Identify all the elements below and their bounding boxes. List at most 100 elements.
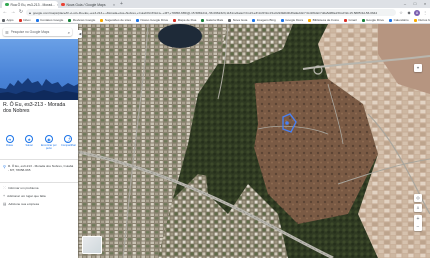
lock-icon: 🔒︎ (29, 10, 31, 15)
bookmark-item[interactable]: Galeria Mais (201, 18, 223, 22)
business-icon: ▤ (3, 202, 7, 206)
row-text: Adicionar um lugar que falta (7, 194, 46, 198)
forward-icon[interactable]: → (10, 8, 16, 17)
directions-icon: ➜ (5, 135, 14, 143)
search-icon[interactable]: ⌕ (68, 30, 70, 35)
my-location-icon[interactable]: ◎ (414, 194, 422, 202)
panel-row[interactable]: + Adicionar um lugar que falta (3, 194, 75, 198)
zoom-out-button[interactable]: − (414, 223, 422, 231)
maps-favicon-icon (61, 2, 65, 7)
bookmark-favicon-icon (413, 18, 417, 22)
place-photo-image (0, 78, 78, 100)
bookmark-item[interactable]: Outros favoritos (413, 18, 430, 22)
address-bar[interactable]: 🔒︎ google.com/maps/place/R.+Luiz+Ro+Eu,+… (26, 9, 396, 16)
search-box: ☰ ⌕ (3, 28, 72, 36)
bookmarks-bar: Apps Inbox Contatos Google Reviews Google Su… (0, 17, 430, 24)
maps-favicon-icon (5, 2, 9, 7)
bookmark-item[interactable]: Nova Guia (228, 18, 247, 22)
satellite-imagery[interactable] (78, 24, 430, 258)
search-input[interactable] (10, 30, 59, 34)
action-label: Salvar (25, 144, 33, 147)
bookmark-item[interactable]: Gmail (343, 18, 357, 22)
panel-row[interactable]: ⁙ Informar um problema (3, 186, 75, 190)
tab-inactive[interactable]: Nova Guia / Google Maps × (58, 1, 118, 8)
compass-icon[interactable]: ⌖ (414, 64, 422, 72)
share-icon: ⤴ (64, 135, 73, 143)
bookmark-favicon-icon (280, 18, 284, 22)
place-panel: ☰ ⌕ R. Ô Eu, es3-213 - Morada dos Nobres… (0, 24, 78, 258)
bookmark-label: Galeria Mais (205, 18, 224, 22)
extension-icon[interactable]: ◆ (406, 10, 412, 16)
menu-icon[interactable]: ☰ (5, 30, 9, 35)
bookmark-favicon-icon (100, 18, 104, 22)
bookmark-label: Outros favoritos (418, 18, 430, 22)
minimize-icon[interactable]: – (400, 0, 410, 8)
window-controls: – □ × (400, 0, 430, 8)
bookmark-item[interactable]: Imagens Bing (252, 18, 276, 22)
address-url[interactable]: google.com/maps/place/R.+Luiz+Ro+Eu,+es3… (33, 11, 377, 15)
bookmark-label: Inbox (23, 18, 31, 22)
bookmark-favicon-icon (68, 18, 72, 22)
bookmark-favicon-icon (252, 18, 256, 22)
action-rotas-button[interactable]: ➜ Rotas (1, 135, 18, 150)
bookmark-favicon-icon (18, 18, 22, 22)
bookmark-label: Reviews Google (72, 18, 96, 22)
map-layers-toggle[interactable] (82, 236, 102, 254)
bookmark-label: Apps (6, 18, 14, 22)
bookmark-item[interactable]: Contatos Google (35, 18, 64, 22)
bookmark-favicon-icon (2, 18, 5, 22)
bookmark-item[interactable]: Google Docs (280, 18, 304, 22)
action-label: Encontrar por perto (40, 144, 57, 150)
bookmark-item[interactable]: Mapa de Rua (173, 18, 196, 22)
report-icon: ⁙ (3, 186, 7, 190)
bookmark-label: Imagens Bing (256, 18, 276, 22)
address-row[interactable]: ⚲ R. Ô Eu, es3-213 - Morada dos Nobres, … (3, 164, 75, 172)
add-place-icon: + (3, 194, 6, 198)
close-window-icon[interactable]: × (420, 0, 430, 8)
new-tab-icon[interactable]: + (120, 1, 123, 7)
bookmark-favicon-icon (343, 18, 347, 22)
back-icon[interactable]: ← (2, 8, 8, 17)
address-text: R. Ô Eu, es3-213 - Morada dos Nobres, Cu… (7, 164, 74, 172)
pin-icon: ⚲ (3, 164, 6, 169)
bookmark-label: Contatos Google (40, 18, 64, 22)
avatar[interactable]: A (414, 9, 420, 16)
bookmark-item[interactable]: Biblioteca de Fotos (308, 18, 339, 22)
place-title: R. Ô Eu, es3-213 - Morada dos Nobres (3, 102, 66, 115)
close-tab-icon[interactable]: × (113, 3, 115, 7)
reload-icon[interactable]: ↻ (18, 8, 24, 17)
row-text: Informar um problema (8, 186, 39, 190)
action-salvar-button[interactable]: ★ Salvar (21, 135, 38, 150)
bookmark-label: Nosso Google Drive (140, 18, 169, 22)
action-encontrar-button[interactable]: ◉ Encontrar por perto (40, 135, 57, 150)
bookmark-item[interactable]: Inbox (18, 18, 31, 22)
tab-title: Rua Ô Eu, es3-213 - Morad... (10, 2, 55, 7)
more-icon[interactable]: ⋮ (422, 10, 428, 16)
zoom-in-button[interactable]: + (414, 215, 422, 223)
pegman-icon[interactable]: ♙ (414, 204, 422, 212)
star-icon[interactable]: ☆ (398, 10, 404, 16)
bookmark-favicon-icon (228, 18, 232, 22)
tab-title: Nova Guia / Google Maps (66, 2, 106, 7)
place-photo[interactable] (0, 39, 78, 100)
panel-row[interactable]: ▤ Adicione sua empresa (3, 202, 75, 206)
location-marker-icon[interactable] (285, 121, 289, 125)
divider (0, 159, 78, 160)
maximize-icon[interactable]: □ (410, 0, 420, 8)
bookmark-label: Google Docs (285, 18, 304, 22)
tab-active[interactable]: Rua Ô Eu, es3-213 - Morad... × (2, 1, 58, 8)
bookmark-label: Google Drive (366, 18, 385, 22)
bookmark-item[interactable]: Reviews Google (68, 18, 95, 22)
bookmark-item[interactable]: Apps (2, 18, 14, 22)
bookmark-item[interactable]: Sugestões de sites (100, 18, 131, 22)
action-label: Rotas (6, 144, 13, 147)
bookmark-label: Calendário (393, 18, 409, 22)
satellite-map[interactable]: ⌖ ◎ ♙ + − (78, 24, 430, 258)
bookmark-item[interactable]: Calendário (389, 18, 409, 22)
collapse-panel-icon[interactable]: ◀ (78, 30, 82, 38)
action-compartilhar-button[interactable]: ⤴ Compartilhar (60, 135, 77, 150)
bookmark-item[interactable]: Google Drive (361, 18, 385, 22)
bookmark-item[interactable]: Nosso Google Drive (136, 18, 168, 22)
bookmark-favicon-icon (201, 18, 205, 22)
row-text: Adicione sua empresa (8, 202, 40, 206)
